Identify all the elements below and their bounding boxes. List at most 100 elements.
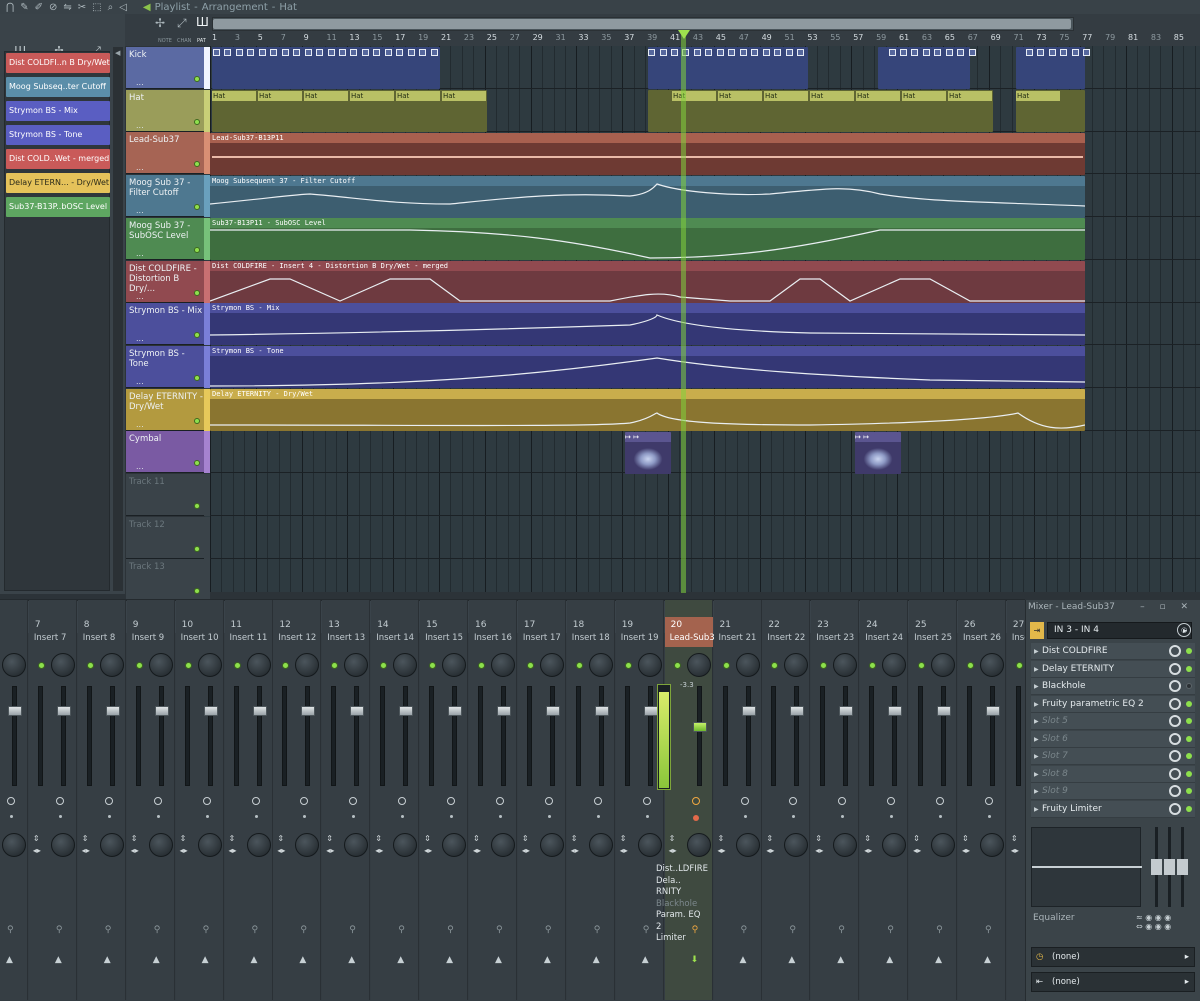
- insert-fx-item[interactable]: Dela.. RNITY: [656, 876, 702, 899]
- slot-arrow-icon[interactable]: ▶: [1034, 731, 1039, 748]
- send-up-icon[interactable]: ▲: [55, 955, 62, 965]
- mute-icon[interactable]: ⊘: [49, 2, 57, 13]
- eq-display[interactable]: [1031, 827, 1142, 907]
- window-controls[interactable]: – ▫ ✕: [1140, 602, 1194, 612]
- track-header[interactable]: Strymon BS - Tone...: [126, 345, 204, 388]
- send-up-icon[interactable]: ▲: [153, 955, 160, 965]
- volume-fader-track[interactable]: [331, 686, 337, 786]
- pan-knob[interactable]: [148, 653, 173, 677]
- track-mute-led[interactable]: [194, 332, 200, 339]
- effect-slot[interactable]: ▶ Slot 9: [1031, 783, 1195, 800]
- record-arm-icon[interactable]: [107, 815, 111, 818]
- stereo-knob[interactable]: [442, 833, 467, 857]
- note-icon[interactable]: ✢: [155, 16, 165, 30]
- playback-icon[interactable]: ◁: [119, 2, 127, 13]
- pan-knob[interactable]: [491, 653, 515, 677]
- route-icon[interactable]: ⚲: [496, 925, 503, 935]
- volume-fader[interactable]: [252, 706, 267, 716]
- title-arrangement[interactable]: Arrangement: [202, 2, 268, 13]
- swap-icon[interactable]: ⇕: [1011, 834, 1018, 843]
- track-menu-icon[interactable]: ...: [136, 163, 144, 172]
- pan-mode-icon[interactable]: ◂▸: [1011, 846, 1019, 855]
- strymon-mix-automation-clip[interactable]: Strymon BS - Mix: [210, 303, 1085, 345]
- record-arm-icon[interactable]: [743, 815, 747, 818]
- effect-slot[interactable]: ▶ Slot 7: [1031, 748, 1195, 765]
- volume-fader-track[interactable]: [526, 686, 532, 786]
- slot-arrow-icon[interactable]: ▶: [1034, 783, 1039, 800]
- swap-icon[interactable]: ⇕: [620, 834, 627, 843]
- input-icon[interactable]: ⇥: [1030, 622, 1044, 639]
- track-menu-icon[interactable]: ...: [136, 462, 144, 471]
- stereo-separation-icon[interactable]: [544, 797, 553, 805]
- stereo-separation-icon[interactable]: [55, 797, 64, 805]
- slot-enable-led[interactable]: [1186, 735, 1192, 742]
- volume-fader[interactable]: [643, 706, 658, 716]
- pat-icon[interactable]: Ш: [196, 15, 209, 29]
- route-icon[interactable]: ⚲: [300, 925, 307, 935]
- effect-slot[interactable]: ▶ Slot 6: [1031, 730, 1195, 748]
- send-up-icon[interactable]: ▲: [251, 955, 258, 965]
- zoom-icon[interactable]: ⌕: [108, 2, 114, 13]
- send-up-icon[interactable]: ▲: [495, 955, 502, 965]
- pan-knob[interactable]: [931, 653, 956, 677]
- pan-mode-icon[interactable]: ◂▸: [962, 846, 970, 855]
- route-icon[interactable]: ⚲: [154, 925, 161, 935]
- track-menu-icon[interactable]: ...: [136, 377, 144, 386]
- route-icon[interactable]: ⚲: [643, 925, 650, 935]
- volume-fader-track[interactable]: [1015, 686, 1021, 786]
- track-header[interactable]: Track 13: [126, 559, 204, 602]
- record-arm-icon[interactable]: [10, 815, 13, 818]
- pan-mode-icon[interactable]: ◂▸: [815, 846, 823, 855]
- route-icon[interactable]: ⚲: [545, 925, 552, 935]
- track-mute-led[interactable]: [194, 374, 200, 381]
- track-mute-led[interactable]: [194, 588, 200, 595]
- pan-mode-icon[interactable]: ◂▸: [864, 846, 872, 855]
- volume-fader[interactable]: [986, 706, 1000, 716]
- insert-enable-led[interactable]: [233, 662, 241, 669]
- volume-fader-track[interactable]: [37, 686, 43, 786]
- pan-mode-icon[interactable]: ◂▸: [669, 846, 677, 855]
- track-mute-led[interactable]: [194, 460, 200, 467]
- playhead-marker[interactable]: [678, 30, 690, 39]
- route-icon[interactable]: ⚲: [985, 925, 992, 935]
- swap-icon[interactable]: ⇕: [815, 834, 822, 843]
- volume-fader[interactable]: [741, 706, 756, 716]
- track-menu-icon[interactable]: ...: [136, 249, 144, 258]
- insert-enable-led[interactable]: [37, 662, 45, 669]
- send-up-icon[interactable]: ▲: [544, 955, 551, 965]
- cymbal-sample-clip[interactable]: ↦ ↦: [625, 432, 671, 474]
- stereo-separation-icon[interactable]: [7, 797, 15, 805]
- swap-icon[interactable]: ⇕: [864, 834, 871, 843]
- swap-icon[interactable]: ⇕: [131, 834, 138, 843]
- insert-enable-led[interactable]: [967, 662, 974, 669]
- stereo-knob[interactable]: [980, 833, 1004, 857]
- track-header[interactable]: Kick...: [126, 47, 204, 89]
- mix-knob[interactable]: [1169, 767, 1181, 780]
- volume-fader[interactable]: [790, 706, 805, 716]
- picker-item[interactable]: Dist COLD..Wet - merged: [6, 149, 110, 169]
- volume-fader-track[interactable]: [624, 686, 630, 786]
- volume-fader-track[interactable]: [722, 686, 728, 786]
- track-mute-led[interactable]: [194, 503, 200, 509]
- pan-knob[interactable]: [539, 653, 564, 677]
- record-arm-icon[interactable]: [547, 815, 551, 818]
- send-up-icon[interactable]: ▲: [446, 955, 453, 965]
- send-up-icon[interactable]: ▲: [740, 955, 747, 965]
- swap-icon[interactable]: ⇕: [962, 834, 969, 843]
- stereo-knob[interactable]: [539, 833, 564, 857]
- record-arm-icon[interactable]: [58, 815, 62, 818]
- volume-fader-track[interactable]: [696, 686, 702, 786]
- insert-fx-item[interactable]: Param. EQ 2: [656, 910, 702, 933]
- insert-enable-led[interactable]: [86, 662, 94, 669]
- volume-fader[interactable]: [301, 706, 316, 716]
- volume-fader-track[interactable]: [575, 686, 581, 786]
- track-mute-led[interactable]: [194, 76, 200, 82]
- stereo-knob[interactable]: [393, 833, 418, 857]
- stereo-knob[interactable]: [931, 833, 956, 857]
- send-up-icon[interactable]: ▲: [6, 955, 13, 965]
- volume-fader-track[interactable]: [918, 686, 924, 786]
- track-menu-icon[interactable]: ...: [136, 206, 144, 215]
- insert-enable-led[interactable]: [624, 662, 632, 669]
- picker-item[interactable]: Sub37-B13P..bOSC Level: [6, 197, 110, 217]
- mix-knob[interactable]: [1169, 662, 1181, 675]
